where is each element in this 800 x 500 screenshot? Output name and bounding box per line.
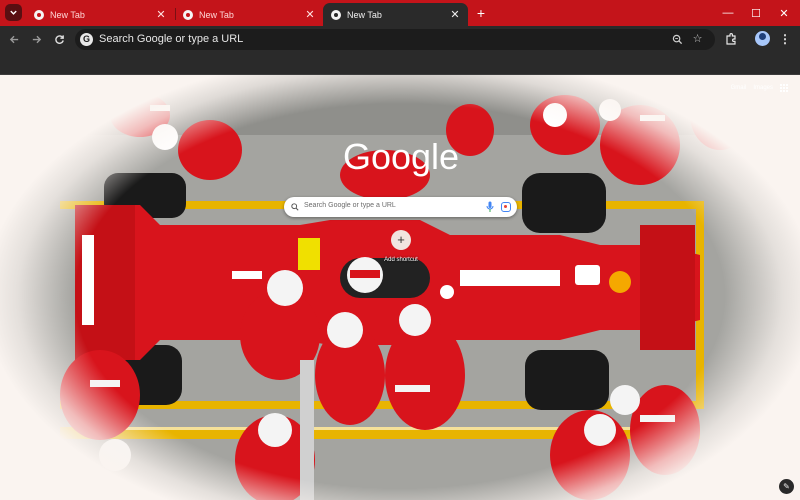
arrow-left-icon [9, 35, 18, 44]
bookmarks-bar [0, 52, 800, 75]
google-g-icon: G [80, 33, 93, 46]
pencil-icon: ✎ [783, 482, 790, 491]
close-icon: ✕ [779, 7, 789, 20]
close-icon[interactable]: ✕ [305, 9, 315, 20]
tab-search-button[interactable] [5, 4, 22, 21]
forward-button[interactable] [27, 30, 45, 48]
chrome-favicon-icon [331, 9, 341, 20]
arrow-right-icon [32, 35, 41, 44]
plus-icon: + [391, 230, 411, 250]
tab-title: New Tab [50, 9, 85, 20]
top-links: Gmail Images [731, 84, 788, 92]
toolbar: G Search Google or type a URL ☆ ⋮ [0, 26, 800, 52]
google-logo-text: Google [343, 137, 459, 177]
apps-grid-icon[interactable] [780, 84, 788, 92]
new-tab-page: Gmail Images Google Search Google or typ… [0, 75, 800, 500]
chrome-favicon-icon [34, 9, 44, 20]
tab-1[interactable]: New Tab ✕ [26, 3, 174, 26]
minimize-button[interactable]: — [714, 0, 742, 26]
google-lens-icon[interactable] [501, 202, 511, 212]
close-icon[interactable]: ✕ [156, 9, 166, 20]
microphone-icon[interactable] [486, 201, 494, 213]
address-bar[interactable]: G Search Google or type a URL ☆ [75, 29, 715, 50]
back-button[interactable] [5, 30, 23, 48]
star-icon[interactable]: ☆ [689, 31, 706, 48]
gmail-link[interactable]: Gmail [731, 85, 747, 91]
minimize-icon: — [722, 7, 734, 19]
close-window-button[interactable]: ✕ [770, 0, 798, 26]
maximize-icon: ☐ [751, 7, 761, 20]
tab-title: New Tab [199, 9, 234, 20]
customize-chrome-button[interactable]: ✎ [779, 479, 794, 494]
address-bar-placeholder: Search Google or type a URL [99, 33, 244, 45]
plus-icon: + [476, 5, 486, 21]
kebab-menu-icon[interactable]: ⋮ [776, 30, 794, 48]
close-icon[interactable]: ✕ [450, 9, 460, 20]
chevron-down-icon [10, 10, 17, 15]
ntp-search-box[interactable]: Search Google or type a URL [284, 197, 517, 217]
ntp-search-placeholder: Search Google or type a URL [304, 202, 396, 209]
google-logo: Google [343, 137, 459, 177]
tab-strip: New Tab ✕ New Tab ✕ New Tab ✕ + — ☐ ✕ [0, 0, 800, 26]
search-icon [291, 201, 303, 213]
zoom-icon[interactable] [669, 31, 686, 48]
reload-icon [54, 35, 64, 44]
tab-3-active[interactable]: New Tab ✕ [323, 3, 468, 26]
tab-title: New Tab [347, 9, 382, 20]
chrome-favicon-icon [183, 9, 193, 20]
add-shortcut-label: Add shortcut [384, 257, 418, 263]
tab-2[interactable]: New Tab ✕ [175, 3, 323, 26]
new-tab-button[interactable]: + [473, 5, 489, 21]
add-shortcut-button[interactable]: + Add shortcut [381, 230, 421, 270]
puzzle-icon [726, 33, 736, 45]
extensions-button[interactable] [722, 30, 740, 48]
avatar-icon[interactable] [755, 31, 770, 46]
images-link[interactable]: Images [753, 85, 773, 91]
reload-button[interactable] [50, 30, 68, 48]
maximize-button[interactable]: ☐ [742, 0, 770, 26]
